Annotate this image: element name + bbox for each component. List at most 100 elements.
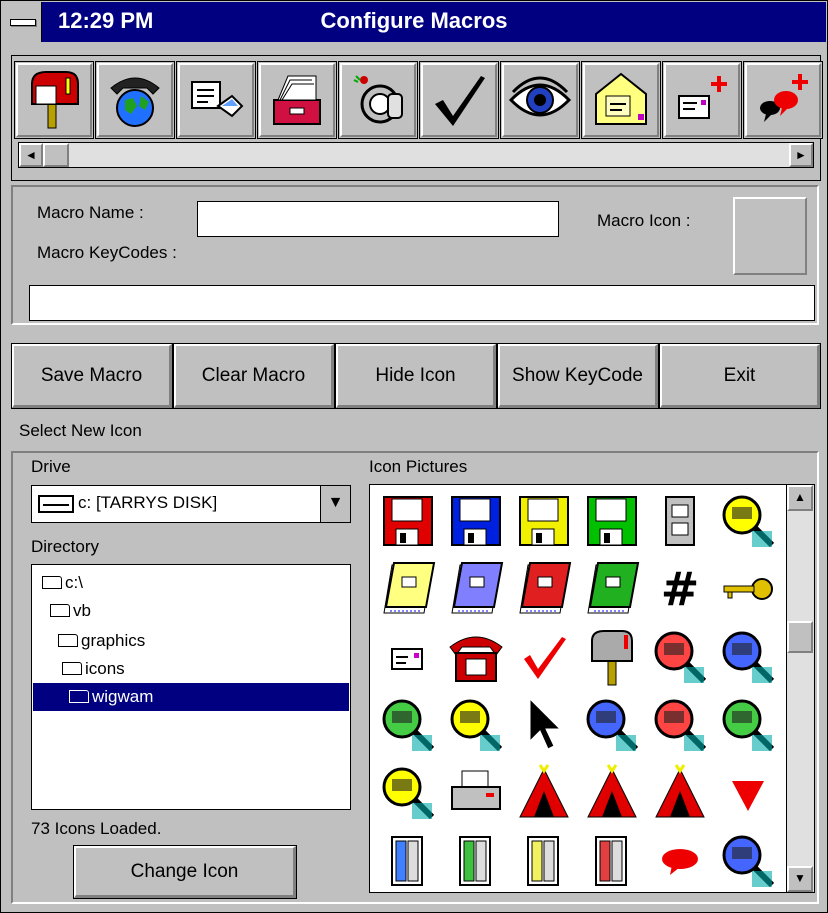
change-icon-button[interactable]: Change Icon: [73, 845, 297, 899]
drive-dropdown-button[interactable]: ▼: [320, 486, 350, 522]
magnifier-green-icon[interactable]: [374, 691, 442, 759]
title-bar[interactable]: 12:29 PM Configure Macros: [2, 2, 826, 42]
macro-name-input[interactable]: [197, 201, 559, 237]
book-green-icon[interactable]: [442, 827, 510, 892]
folder-open-icon: [42, 576, 62, 589]
macro-icon-preview[interactable]: [733, 197, 807, 275]
magnifier-green2-icon[interactable]: [714, 691, 782, 759]
phone-globe-icon: [110, 77, 160, 127]
floppy-blue-icon[interactable]: [442, 487, 510, 555]
red-phone-icon[interactable]: [442, 623, 510, 691]
toolbar-button-new-mail[interactable]: [662, 61, 742, 139]
magnifier-red-icon[interactable]: [646, 623, 714, 691]
exit-button[interactable]: Exit: [659, 343, 821, 409]
drive-label: Drive: [31, 457, 71, 476]
scroll-right-button[interactable]: ►: [789, 143, 813, 167]
tent-black-icon[interactable]: [510, 759, 578, 827]
book-blue-icon[interactable]: [374, 827, 442, 892]
floppy-green-icon[interactable]: [578, 487, 646, 555]
icon-grid: #: [374, 487, 782, 892]
envelope-small-icon[interactable]: [374, 623, 442, 691]
notepad-red-icon[interactable]: [510, 555, 578, 623]
red-triangle-icon[interactable]: [714, 759, 782, 827]
printer-icon[interactable]: [442, 759, 510, 827]
drive-value: c: [TARRYS DISK]: [78, 493, 218, 512]
magnifier-blue3-icon[interactable]: [714, 827, 782, 892]
book-red-icon[interactable]: [578, 827, 646, 892]
key-icon[interactable]: [714, 555, 782, 623]
window-title: Configure Macros: [320, 8, 508, 33]
magnifier-blue-icon[interactable]: [714, 623, 782, 691]
eye-icon: [509, 76, 571, 117]
envelope-icon: [595, 72, 647, 125]
new-chat-icon: [760, 74, 808, 122]
directory-item-selected[interactable]: wigwam: [33, 683, 349, 711]
hide-icon-button[interactable]: Hide Icon: [335, 343, 497, 409]
macro-name-label: Macro Name :: [37, 203, 144, 222]
mailbox-icon[interactable]: [578, 623, 646, 691]
mailbox-icon: [31, 71, 79, 129]
macro-panel: Macro Name : Macro Icon : Macro KeyCodes…: [11, 185, 819, 325]
toolbar-button-mail-exchange[interactable]: [176, 61, 256, 139]
scroll-left-button[interactable]: ◄: [19, 143, 43, 167]
directory-item[interactable]: icons: [62, 655, 125, 683]
folder-open-icon: [58, 634, 78, 647]
toolbar-button-mailbox[interactable]: [14, 61, 94, 139]
directory-list[interactable]: c:\ vb graphics icons wigwam: [31, 564, 351, 810]
new-mail-icon: [678, 76, 727, 119]
macro-toolbar: ◄ ►: [11, 55, 824, 181]
magnifier-blue2-icon[interactable]: [578, 691, 646, 759]
magnifier-red2-icon[interactable]: [646, 691, 714, 759]
magnifier-yellow-icon[interactable]: [714, 487, 782, 555]
show-keycode-label: Show KeyCode: [498, 344, 658, 408]
toolbar-icon-row: [14, 61, 824, 139]
directory-item[interactable]: graphics: [58, 627, 145, 655]
exit-label: Exit: [660, 344, 820, 408]
scroll-down-button[interactable]: ▼: [787, 866, 813, 892]
arrow-down-icon: ▼: [794, 871, 806, 885]
scroll-up-button[interactable]: ▲: [787, 485, 813, 511]
magnifier-yellow2-icon[interactable]: [442, 691, 510, 759]
save-macro-button[interactable]: Save Macro: [11, 343, 173, 409]
svg-text:#: #: [661, 562, 700, 616]
icon-list-scrollbar[interactable]: ▲ ▼: [786, 485, 814, 892]
notepad-green-icon[interactable]: [578, 555, 646, 623]
mail-exchange-icon: [191, 81, 244, 118]
magnifier-yellow3-icon[interactable]: [374, 759, 442, 827]
macro-keycodes-input[interactable]: [29, 285, 815, 321]
toolbar-button-new-chat[interactable]: [743, 61, 823, 139]
red-check-icon[interactable]: [510, 623, 578, 691]
icon-pictures-list[interactable]: # ▲ ▼: [369, 484, 815, 893]
change-icon-label: Change Icon: [74, 846, 296, 898]
toolbar-scrollbar[interactable]: ◄ ►: [18, 142, 814, 168]
floppy-yellow-icon[interactable]: [510, 487, 578, 555]
directory-item[interactable]: c:\: [42, 569, 83, 597]
toolbar-button-card-file[interactable]: [257, 61, 337, 139]
save-macro-label: Save Macro: [12, 344, 172, 408]
floppy-red-icon[interactable]: [374, 487, 442, 555]
arrow-up-icon: ▲: [794, 490, 806, 504]
notepad-yellow-icon[interactable]: [374, 555, 442, 623]
notepad-blue-icon[interactable]: [442, 555, 510, 623]
arrow-pointer-icon[interactable]: [510, 691, 578, 759]
icons-loaded-status: 73 Icons Loaded.: [31, 819, 162, 838]
clear-macro-button[interactable]: Clear Macro: [173, 343, 335, 409]
red-bubble-icon[interactable]: [646, 827, 714, 892]
macro-keycodes-label: Macro KeyCodes :: [37, 243, 177, 262]
scroll-thumb[interactable]: [787, 621, 813, 653]
book-yellow-icon[interactable]: [510, 827, 578, 892]
tent-red-icon[interactable]: [578, 759, 646, 827]
show-keycode-button[interactable]: Show KeyCode: [497, 343, 659, 409]
drive-select[interactable]: c: [TARRYS DISK] ▼: [31, 485, 351, 523]
hash-icon[interactable]: #: [646, 555, 714, 623]
toolbar-button-check[interactable]: [419, 61, 499, 139]
directory-item[interactable]: vb: [50, 597, 91, 625]
action-button-row: Save Macro Clear Macro Hide Icon Show Ke…: [11, 343, 821, 409]
file-cabinet-icon[interactable]: [646, 487, 714, 555]
toolbar-button-eye[interactable]: [500, 61, 580, 139]
toolbar-button-key-lock[interactable]: [338, 61, 418, 139]
toolbar-button-phone-globe[interactable]: [95, 61, 175, 139]
toolbar-button-envelope[interactable]: [581, 61, 661, 139]
scroll-thumb[interactable]: [43, 143, 69, 167]
tent-red2-icon[interactable]: [646, 759, 714, 827]
